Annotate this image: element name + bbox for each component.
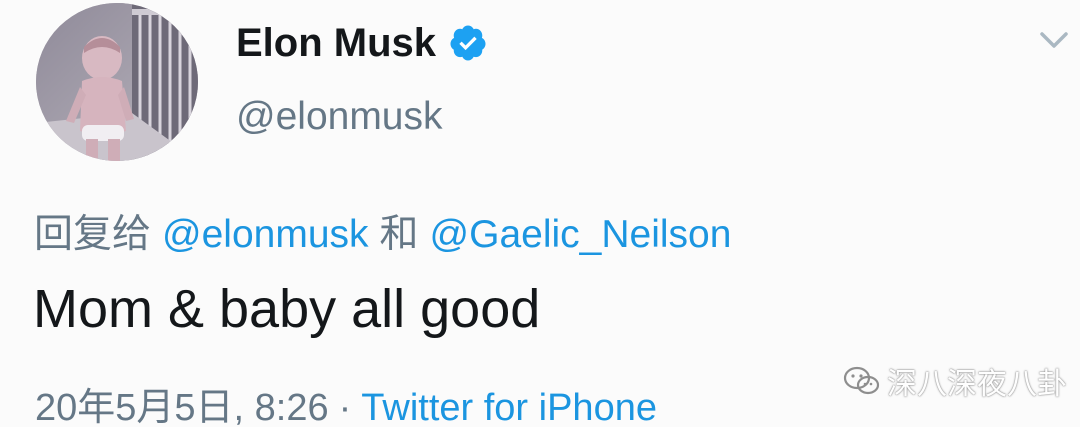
avatar[interactable] — [36, 3, 198, 161]
chevron-down-icon[interactable] — [1036, 26, 1072, 54]
mention-gaelic-neilson[interactable]: @Gaelic_Neilson — [430, 213, 732, 257]
watermark: 深八深夜八卦 — [843, 359, 1067, 403]
toddler-photo-avatar — [36, 3, 198, 161]
author-handle[interactable]: @elonmusk — [236, 95, 443, 139]
tweet-text: Mom & baby all good — [33, 279, 541, 339]
watermark-text: 深八深夜八卦 — [887, 368, 1067, 401]
author-name-row: Elon Musk — [236, 18, 488, 68]
mention-elonmusk[interactable]: @elonmusk — [162, 213, 369, 257]
meta-separator: · — [338, 387, 352, 427]
reply-conjunction: 和 — [379, 213, 419, 256]
tweet-meta: 20年5月5日, 8:26 · Twitter for iPhone — [35, 376, 657, 427]
reply-context: 回复给 @elonmusk 和 @Gaelic_Neilson — [34, 203, 731, 259]
display-name[interactable]: Elon Musk — [236, 21, 436, 66]
tweet-card: Elon Musk @elonmusk 回复给 @elonmusk 和 @Gae… — [0, 0, 1080, 427]
source-link[interactable]: Twitter for iPhone — [361, 387, 657, 427]
reply-prefix: 回复给 — [34, 213, 152, 256]
timestamp[interactable]: 20年5月5日, 8:26 — [35, 376, 329, 427]
verified-badge-icon — [448, 23, 488, 63]
wechat-icon — [843, 366, 880, 395]
